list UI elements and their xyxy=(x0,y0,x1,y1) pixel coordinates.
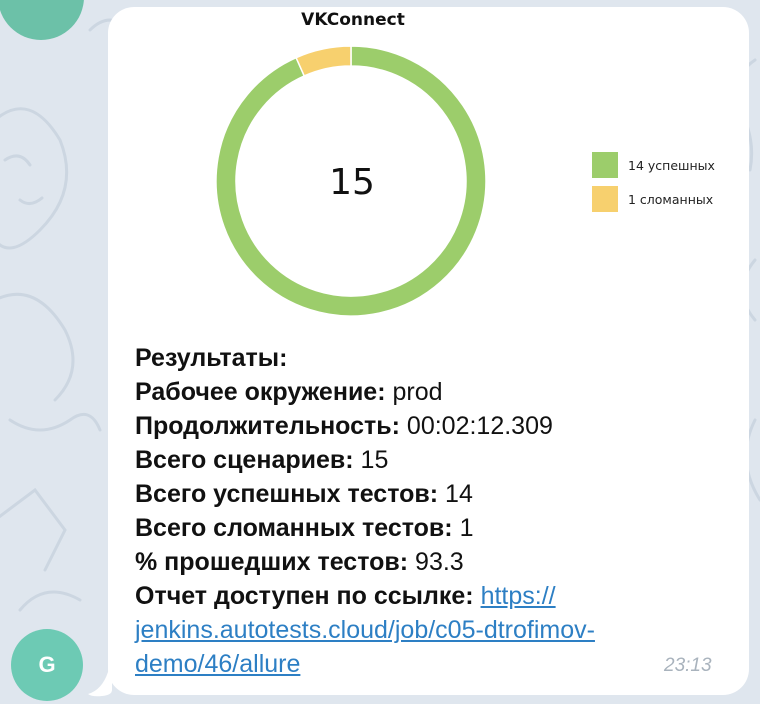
report-row: Отчет доступен по ссылке: https:// xyxy=(135,579,725,613)
donut-slice-broken xyxy=(295,45,352,77)
passed-value: 14 xyxy=(445,480,473,508)
broken-value: 1 xyxy=(459,514,474,542)
results-heading: Результаты: xyxy=(135,344,288,372)
environment-label: Рабочее окружение: xyxy=(135,378,386,406)
scenarios-value: 15 xyxy=(360,446,389,474)
passed-row: Всего успешных тестов: 14 xyxy=(135,477,725,511)
percent-row: % прошедших тестов: 93.3 xyxy=(135,545,725,579)
legend-item-broken: 1 сломанных xyxy=(592,182,715,216)
legend-label-passed: 14 успешных xyxy=(628,157,715,173)
report-label: Отчет доступен по ссылке: xyxy=(135,582,474,610)
sender-avatar[interactable]: G xyxy=(11,629,83,701)
message-time: 23:13 xyxy=(664,655,712,676)
donut-center-label: 15 xyxy=(329,162,375,203)
percent-label: % прошедших тестов: xyxy=(135,548,409,576)
scenarios-label: Всего сценариев: xyxy=(135,446,354,474)
duration-label: Продолжительность: xyxy=(135,412,400,440)
broken-label: Всего сломанных тестов: xyxy=(135,514,453,542)
duration-value: 00:02:12.309 xyxy=(406,412,553,440)
report-link-part1[interactable]: https:// xyxy=(481,582,556,610)
results-text: Результаты: Рабочее окружение: prod Прод… xyxy=(135,341,725,681)
environment-row: Рабочее окружение: prod xyxy=(135,375,725,409)
environment-value: prod xyxy=(392,378,443,406)
scenarios-row: Всего сценариев: 15 xyxy=(135,443,725,477)
legend-item-passed: 14 успешных xyxy=(592,148,715,182)
report-link-part3[interactable]: demo/46/allure xyxy=(135,650,300,678)
legend-label-broken: 1 сломанных xyxy=(628,191,714,207)
legend-swatch-broken xyxy=(592,186,618,212)
report-row-3: demo/46/allure xyxy=(135,647,725,681)
report-row-2: jenkins.autotests.cloud/job/c05-dtrofimo… xyxy=(135,613,725,647)
report-link-part2[interactable]: jenkins.autotests.cloud/job/c05-dtrofimo… xyxy=(135,616,595,644)
duration-row: Продолжительность: 00:02:12.309 xyxy=(135,409,725,443)
broken-row: Всего сломанных тестов: 1 xyxy=(135,511,725,545)
sender-initial: G xyxy=(38,652,56,677)
chart-legend: 14 успешных 1 сломанных xyxy=(592,148,715,216)
percent-value: 93.3 xyxy=(415,548,464,576)
legend-swatch-passed xyxy=(592,152,618,178)
donut-chart: 15 xyxy=(215,45,487,317)
passed-label: Всего успешных тестов: xyxy=(135,480,439,508)
